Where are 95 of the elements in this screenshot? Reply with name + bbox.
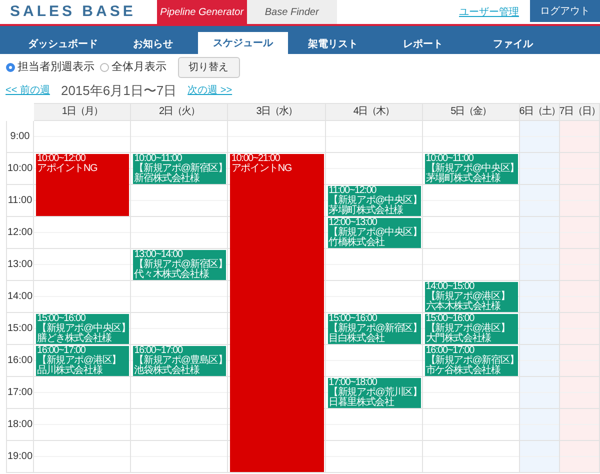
appointment-event[interactable]: 17:00~18:00 【新規アポ@荒川区】 日暮里株式会社 (328, 378, 421, 408)
nav-tab[interactable]: 架電リスト (288, 34, 378, 54)
nav-tab[interactable]: ダッシュボード (18, 34, 108, 54)
week-title: 2015年6月1日〜7日 (60, 82, 177, 100)
appointment-event[interactable]: 16:00~17:00 【新規アポ@新宿区】 市ケ谷株式会社様 (424, 346, 518, 376)
appointment-event[interactable]: 10:00~11:00 【新規アポ@新宿区】 新宿株式会社様 (133, 154, 226, 184)
event-title: アポイントNG (37, 164, 98, 174)
day-header: 7日（日） (560, 102, 600, 121)
product-tab[interactable]: Pipeline Generator (156, 0, 247, 24)
event-area: 【新規アポ@港区】 (426, 324, 518, 334)
event-time: 16:00~17:00 (426, 346, 474, 356)
time-label: 10:00 (6, 152, 34, 185)
time-label: 14:00 (6, 280, 34, 313)
blocked-event[interactable]: 10:00~21:00 アポイントNG (230, 154, 324, 472)
event-company: 品川株式会社様 (37, 366, 104, 376)
event-company: 竹橋株式会社 (328, 238, 386, 248)
switch-button[interactable]: 切り替え (178, 56, 240, 78)
event-area: 【新規アポ@新宿区】 (426, 356, 518, 366)
appointment-event[interactable]: 15:00~16:00 【新規アポ@港区】 大門株式会社様 (424, 314, 518, 344)
nav-tab[interactable]: レポート (378, 34, 468, 54)
prev-week-link[interactable]: << 前の週 (6, 82, 50, 98)
event-area: 【新規アポ@中央区】 (328, 228, 421, 238)
appointment-event[interactable]: 11:00~12:00 【新規アポ@中央区】 茅場町株式会社様 (328, 186, 421, 216)
radio-label[interactable]: 全体月表示 (112, 59, 166, 76)
event-time: 15:00~16:00 (328, 314, 377, 324)
event-company: 代々木株式会社様 (134, 270, 210, 280)
appointment-event[interactable]: 14:00~15:00 【新規アポ@港区】 六本木株式会社様 (424, 282, 518, 312)
time-label: 19:00 (6, 440, 34, 473)
logo-text: SALES BASE (9, 2, 137, 22)
appointment-event[interactable]: 10:00~11:00 【新規アポ@中央区】 茅場町株式会社様 (424, 154, 518, 184)
nav-tab[interactable]: ファイル (468, 34, 558, 54)
event-area: 【新規アポ@港区】 (426, 292, 518, 302)
event-area: 【新規アポ@新宿区】 (134, 164, 226, 174)
appointment-event[interactable]: 16:00~17:00 【新規アポ@港区】 品川株式会社様 (36, 346, 130, 376)
appointment-event[interactable]: 16:00~17:00 【新規アポ@豊島区】 池袋株式会社様 (133, 346, 226, 376)
event-time: 14:00~15:00 (426, 282, 474, 292)
day-header: 4日（木） (326, 102, 423, 121)
event-area: 【新規アポ@中央区】 (37, 324, 130, 334)
event-time: 12:00~13:00 (328, 218, 377, 228)
time-label: 11:00 (6, 184, 34, 217)
event-time: 15:00~16:00 (37, 314, 86, 324)
day-header: 1日（月） (34, 102, 132, 121)
user-admin-link[interactable]: ユーザー管理 (459, 4, 519, 20)
event-time: 13:00~14:00 (134, 250, 183, 260)
event-area: 【新規アポ@港区】 (37, 356, 130, 366)
appointment-event[interactable]: 15:00~16:00 【新規アポ@中央区】 膳どき株式会社様 (36, 314, 130, 344)
logout-button[interactable]: ログアウト (530, 0, 600, 22)
event-company: 茅場町株式会社様 (328, 206, 404, 216)
event-time: 10:00~12:00 (37, 154, 86, 164)
next-week-link[interactable]: 次の週 >> (188, 82, 232, 98)
event-area: 【新規アポ@豊島区】 (134, 356, 226, 366)
time-label: 18:00 (6, 408, 34, 441)
appointment-event[interactable]: 13:00~14:00 【新規アポ@新宿区】 代々木株式会社様 (133, 250, 226, 280)
product-tab[interactable]: Base Finder (246, 0, 337, 24)
event-time: 17:00~18:00 (328, 378, 377, 388)
day-header: 5日（金） (422, 102, 520, 121)
event-time: 11:00~12:00 (328, 186, 376, 196)
time-label: 9:00 (6, 120, 34, 153)
event-company: 目白株式会社 (328, 334, 386, 344)
day-header: 3日（水） (228, 102, 326, 121)
event-time: 15:00~16:00 (426, 314, 474, 324)
radio-label[interactable]: 担当者別週表示 (17, 59, 94, 76)
event-area: 【新規アポ@新宿区】 (328, 324, 421, 334)
time-label: 17:00 (6, 376, 34, 409)
time-label: 15:00 (6, 312, 34, 345)
event-time: 16:00~17:00 (134, 346, 183, 356)
appointment-event[interactable]: 15:00~16:00 【新規アポ@新宿区】 目白株式会社 (328, 314, 421, 344)
blocked-event[interactable]: 10:00~12:00 アポイントNG (36, 154, 130, 216)
event-area: 【新規アポ@中央区】 (328, 196, 421, 206)
event-company: 日暮里株式会社 (328, 398, 396, 408)
event-company: 膳どき株式会社様 (37, 334, 112, 344)
event-time: 16:00~17:00 (37, 346, 86, 356)
event-area: 【新規アポ@新宿区】 (134, 260, 226, 270)
radio-button[interactable] (100, 62, 109, 72)
nav-tab[interactable]: スケジュール (198, 32, 288, 54)
event-time: 10:00~11:00 (134, 154, 182, 164)
appointment-event[interactable]: 12:00~13:00 【新規アポ@中央区】 竹橋株式会社 (328, 218, 421, 248)
event-time: 10:00~21:00 (231, 154, 281, 164)
time-label: 12:00 (6, 216, 34, 249)
event-title: アポイントNG (231, 164, 292, 174)
time-label: 13:00 (6, 248, 34, 281)
day-header: 6日（土） (520, 102, 560, 121)
event-area: 【新規アポ@中央区】 (426, 164, 518, 174)
event-company: 市ケ谷株式会社様 (426, 366, 502, 376)
event-company: 大門株式会社様 (426, 334, 492, 344)
event-area: 【新規アポ@荒川区】 (328, 388, 421, 398)
radio-button[interactable] (6, 62, 14, 72)
time-label: 16:00 (6, 344, 34, 377)
event-company: 六本木株式会社様 (426, 302, 502, 312)
event-time: 10:00~11:00 (426, 154, 474, 164)
nav-tab[interactable]: お知らせ (108, 34, 198, 54)
day-header: 2日（火） (131, 102, 228, 121)
event-company: 池袋株式会社様 (134, 366, 200, 376)
event-company: 茅場町株式会社様 (426, 174, 502, 184)
event-company: 新宿株式会社様 (134, 174, 200, 184)
